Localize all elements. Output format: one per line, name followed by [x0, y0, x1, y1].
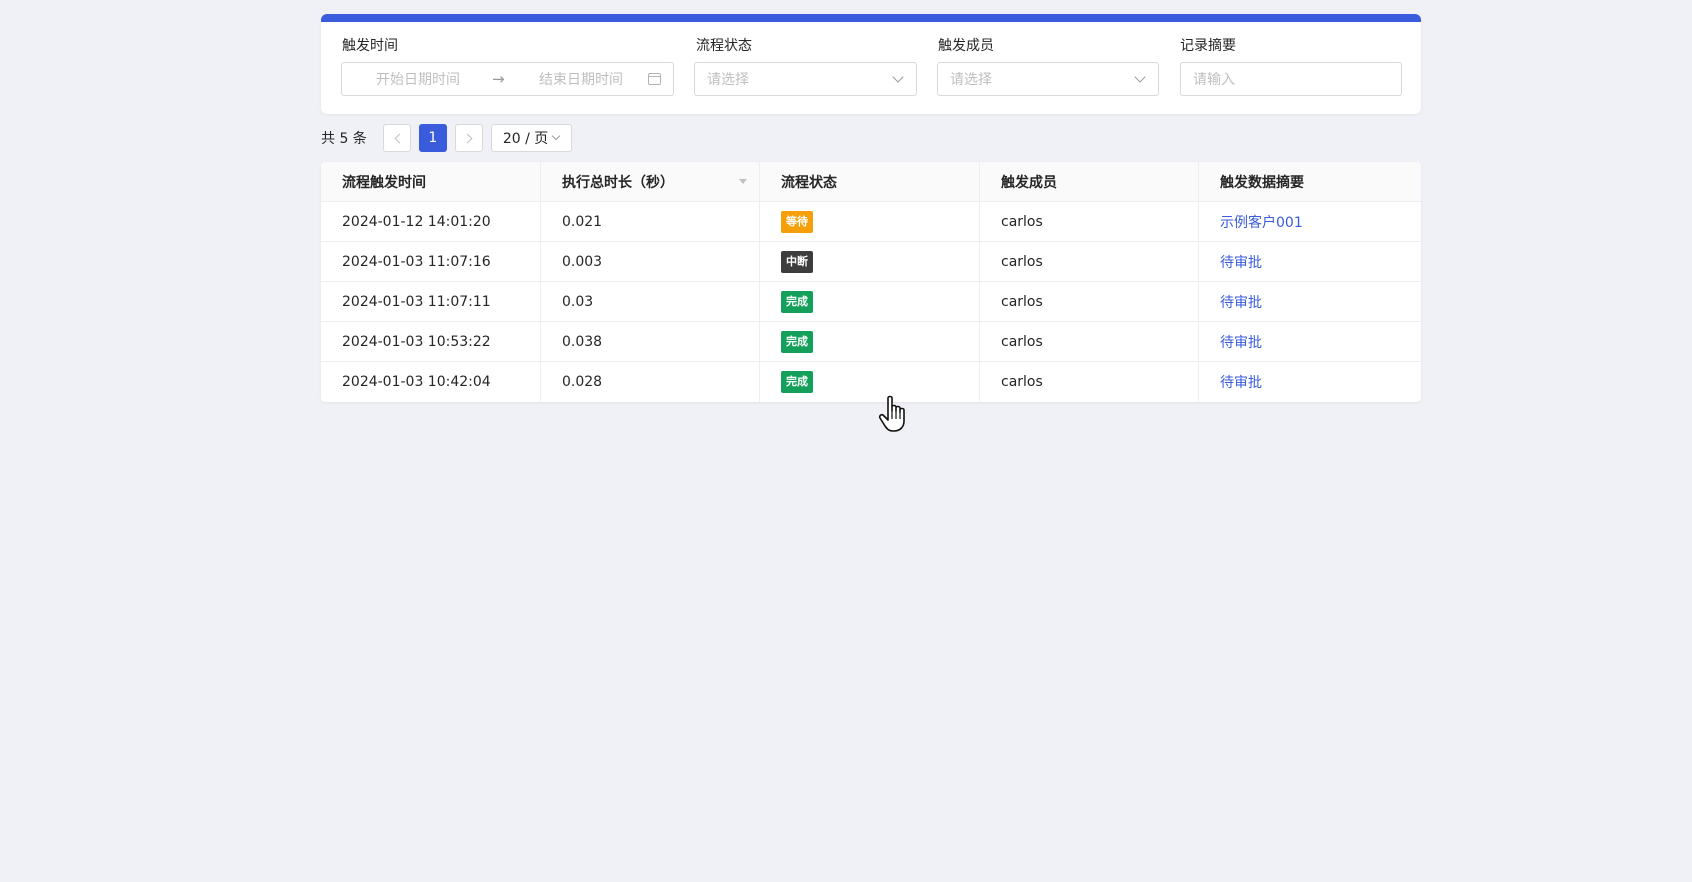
calendar-icon[interactable]	[648, 73, 661, 85]
status-badge: 完成	[781, 371, 813, 393]
end-datetime-input[interactable]: 结束日期时间	[539, 69, 623, 89]
chevron-down-icon	[892, 71, 904, 83]
summary-input[interactable]: 请输入	[1180, 62, 1402, 96]
summary-input-placeholder: 请输入	[1193, 72, 1235, 88]
prev-page-button[interactable]	[382, 124, 411, 152]
cell-duration: 0.028	[541, 362, 760, 402]
status-select-placeholder: 请选择	[707, 72, 749, 88]
cell-trigger-time: 2024-01-03 11:07:11	[321, 282, 541, 321]
filter-time: 触发时间 开始日期时间 → 结束日期时间	[341, 36, 674, 96]
table-header-row: 流程触发时间 执行总时长（秒） 流程状态 触发成员 触发数据摘要	[321, 162, 1421, 202]
chevron-down-icon	[1134, 71, 1146, 83]
filter-member-label: 触发成员	[938, 38, 994, 54]
cell-summary: 待审批	[1199, 242, 1421, 281]
cell-trigger-time: 2024-01-03 10:42:04	[321, 362, 541, 402]
header-status: 流程状态	[760, 162, 980, 201]
status-badge: 等待	[781, 210, 813, 233]
cell-duration: 0.03	[541, 282, 760, 321]
summary-link[interactable]: 示例客户001	[1220, 212, 1303, 232]
filter-time-label: 触发时间	[342, 38, 398, 54]
filter-status: 流程状态 请选择	[694, 36, 917, 96]
cell-status: 完成	[760, 322, 980, 361]
chevron-down-icon	[551, 131, 561, 141]
filter-member: 触发成员 请选择	[937, 36, 1159, 96]
page-button-current[interactable]: 1	[418, 124, 447, 152]
member-select[interactable]: 请选择	[937, 62, 1159, 96]
table-row: 2024-01-03 11:07:11 0.03 完成 carlos 待审批	[321, 282, 1421, 322]
date-range-picker[interactable]: 开始日期时间 → 结束日期时间	[341, 62, 674, 96]
status-badge: 完成	[781, 330, 813, 353]
header-member: 触发成员	[980, 162, 1199, 201]
pagination: 共 5 条 1 20 / 页	[321, 124, 572, 152]
table-row: 2024-01-03 10:53:22 0.038 完成 carlos 待审批	[321, 322, 1421, 362]
summary-link[interactable]: 待审批	[1220, 332, 1262, 352]
records-table: 流程触发时间 执行总时长（秒） 流程状态 触发成员 触发数据摘要 2024-01…	[321, 162, 1421, 402]
cell-summary: 待审批	[1199, 322, 1421, 361]
cell-member: carlos	[980, 242, 1199, 281]
cell-trigger-time: 2024-01-12 14:01:20	[321, 202, 541, 241]
chevron-right-icon	[462, 133, 473, 144]
cell-status: 完成	[760, 282, 980, 321]
cell-duration: 0.038	[541, 322, 760, 361]
cell-summary: 示例客户001	[1199, 202, 1421, 241]
cell-duration: 0.021	[541, 202, 760, 241]
cell-member: carlos	[980, 322, 1199, 361]
member-select-placeholder: 请选择	[950, 72, 992, 88]
cell-duration: 0.003	[541, 242, 760, 281]
header-duration-label: 执行总时长（秒）	[562, 174, 674, 191]
cell-status: 完成	[760, 362, 980, 402]
header-summary: 触发数据摘要	[1220, 174, 1304, 191]
cell-member: carlos	[980, 362, 1199, 402]
cell-trigger-time: 2024-01-03 11:07:16	[321, 242, 541, 281]
table-row: 2024-01-03 11:07:16 0.003 中断 carlos 待审批	[321, 242, 1421, 282]
status-badge: 中断	[781, 250, 813, 273]
cell-member: carlos	[980, 202, 1199, 241]
status-select[interactable]: 请选择	[694, 62, 917, 96]
cell-status: 等待	[760, 202, 980, 241]
chevron-left-icon	[394, 133, 405, 144]
status-badge: 完成	[781, 290, 813, 313]
summary-link[interactable]: 待审批	[1220, 292, 1262, 312]
sort-icon[interactable]	[739, 179, 747, 184]
table-row: 2024-01-03 10:42:04 0.028 完成 carlos 待审批	[321, 362, 1421, 402]
table-row: 2024-01-12 14:01:20 0.021 等待 carlos 示例客户…	[321, 202, 1421, 242]
cell-summary: 待审批	[1199, 362, 1421, 402]
pagination-total: 共 5 条	[321, 131, 367, 147]
summary-link[interactable]: 待审批	[1220, 252, 1262, 272]
start-datetime-input[interactable]: 开始日期时间	[376, 69, 460, 89]
filter-status-label: 流程状态	[696, 38, 752, 54]
summary-link[interactable]: 待审批	[1220, 372, 1262, 392]
hand-cursor-icon	[878, 395, 905, 432]
filter-panel: 触发时间 开始日期时间 → 结束日期时间 流程状态 请选择 触发成员 请选择 记…	[321, 14, 1421, 114]
header-trigger-time: 流程触发时间	[321, 162, 541, 201]
next-page-button[interactable]	[454, 124, 483, 152]
page-size-select[interactable]: 20 / 页	[490, 124, 572, 152]
range-arrow-icon: →	[492, 70, 505, 88]
cell-summary: 待审批	[1199, 282, 1421, 321]
cell-trigger-time: 2024-01-03 10:53:22	[321, 322, 541, 361]
cell-status: 中断	[760, 242, 980, 281]
header-duration[interactable]: 执行总时长（秒）	[541, 162, 760, 201]
filter-summary-label: 记录摘要	[1180, 38, 1236, 54]
filter-summary: 记录摘要 请输入	[1180, 36, 1402, 96]
cell-member: carlos	[980, 282, 1199, 321]
page-size-value: 20 / 页	[502, 131, 549, 147]
